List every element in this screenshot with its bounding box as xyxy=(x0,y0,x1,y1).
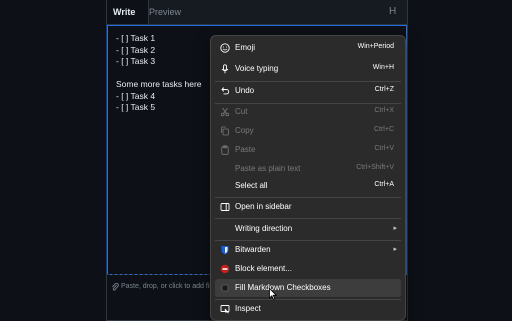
menu-item-copy[interactable]: Copy Ctrl+C xyxy=(215,122,401,140)
menu-item-fill-markdown-checkboxes[interactable]: Fill Markdown Checkboxes xyxy=(215,279,401,297)
heading-button[interactable]: H xyxy=(389,0,396,24)
menu-item-label: Paste as plain text xyxy=(235,164,301,173)
menu-item-open-sidebar[interactable]: Open in sidebar xyxy=(215,198,401,216)
menu-item-label: Emoji xyxy=(235,43,256,52)
menu-item-cut[interactable]: Cut Ctrl+X xyxy=(215,103,401,121)
menu-item-shortcut: Ctrl+C xyxy=(373,126,394,133)
emoji-icon xyxy=(220,43,230,53)
menu-item-voice-typing[interactable]: Voice typing Win+H xyxy=(215,60,401,78)
menu-item-block-element[interactable]: Block element... xyxy=(215,260,401,278)
menu-item-label: Inspect xyxy=(235,304,261,313)
bitwarden-icon xyxy=(220,245,230,255)
menu-item-label: Writing direction xyxy=(235,224,293,233)
menu-item-undo[interactable]: Undo Ctrl+Z xyxy=(215,82,401,100)
menu-item-select-all[interactable]: Select all Ctrl+A xyxy=(215,177,401,195)
menu-item-paste-plain[interactable]: Paste as plain text Ctrl+Shift+V xyxy=(215,160,401,178)
menu-item-bitwarden[interactable]: Bitwarden ▸ xyxy=(215,241,401,259)
menu-item-label: Copy xyxy=(235,126,254,135)
paperclip-icon xyxy=(111,282,119,291)
menu-item-shortcut: Ctrl+V xyxy=(374,145,394,152)
menu-item-label: Bitwarden xyxy=(235,245,271,254)
tab-preview[interactable]: Preview xyxy=(143,0,187,24)
menu-item-label: Block element... xyxy=(235,264,292,273)
menu-divider xyxy=(215,218,401,219)
menu-item-label: Select all xyxy=(235,181,268,190)
editor-tabs: Write Preview H xyxy=(107,0,407,25)
menu-item-label: Cut xyxy=(235,107,248,116)
menu-item-label: Undo xyxy=(235,86,255,95)
text-line: - [ ] Task 4 xyxy=(116,90,156,101)
menu-item-label: Paste xyxy=(235,145,256,154)
sidebar-icon xyxy=(220,202,230,212)
menu-item-shortcut: Ctrl+Shift+V xyxy=(356,164,394,171)
text-line: Some more tasks here xyxy=(116,79,202,89)
text-line: - [ ] Task 1 xyxy=(116,33,156,43)
menu-item-writing-direction[interactable]: Writing direction ▸ xyxy=(215,220,401,238)
text-line: - [ ] Task 5 xyxy=(116,102,156,112)
inspect-icon xyxy=(220,304,230,314)
menu-item-shortcut: Ctrl+A xyxy=(374,181,394,188)
mouse-cursor-icon xyxy=(269,288,277,300)
menu-item-shortcut: Ctrl+Z xyxy=(374,86,394,93)
copy-icon xyxy=(220,126,230,136)
microphone-icon xyxy=(220,64,230,74)
menu-item-label: Voice typing xyxy=(235,64,279,73)
attach-hint: Paste, drop, or click to add fil xyxy=(121,283,211,290)
context-menu: Emoji Win+Period Voice typing Win+H Undo… xyxy=(210,35,406,321)
text-line: - [ ] Task 2 xyxy=(116,44,156,55)
extension-icon xyxy=(220,283,230,293)
menu-item-emoji[interactable]: Emoji Win+Period xyxy=(215,39,401,57)
menu-item-label: Open in sidebar xyxy=(235,202,292,211)
paste-icon xyxy=(220,145,230,155)
menu-item-shortcut: Win+H xyxy=(372,64,394,71)
menu-item-label: Fill Markdown Checkboxes xyxy=(235,283,331,292)
chevron-right-icon: ▸ xyxy=(393,225,397,232)
menu-item-inspect[interactable]: Inspect xyxy=(215,300,401,318)
chevron-right-icon: ▸ xyxy=(393,246,397,253)
text-line xyxy=(116,67,202,79)
cut-icon xyxy=(220,107,230,117)
text-line: - [ ] Task 3 xyxy=(116,56,156,66)
menu-item-shortcut: Win+Period xyxy=(357,43,394,50)
text-lines: - [ ] Task 1 - [ ] Task 2 - [ ] Task 3 S… xyxy=(116,32,202,113)
menu-item-paste[interactable]: Paste Ctrl+V xyxy=(215,141,401,159)
ublock-icon xyxy=(220,264,230,274)
menu-item-shortcut: Ctrl+X xyxy=(374,107,394,114)
undo-icon xyxy=(220,86,230,96)
